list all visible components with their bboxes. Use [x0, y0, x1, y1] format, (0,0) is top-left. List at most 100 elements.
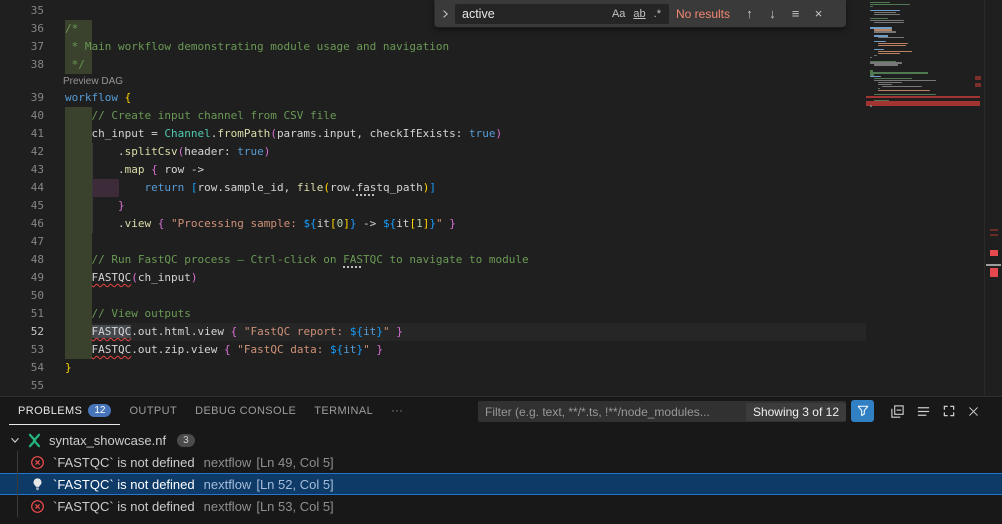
code-text: .view { "Processing sample: ${it[0]} -> … — [65, 215, 456, 233]
line-number[interactable]: 35 — [0, 2, 44, 20]
code-line-37[interactable]: 37 * Main workflow demonstrating module … — [0, 38, 866, 56]
tab-label: OUTPUT — [129, 405, 177, 417]
code-line-47[interactable]: 47 — [0, 233, 866, 251]
panel-header: PROBLEMS12 OUTPUT DEBUG CONSOLETERMINAL···… — [0, 397, 1002, 425]
line-number[interactable]: 50 — [0, 287, 44, 305]
minimap-edge-mark — [975, 76, 981, 80]
code-text: FASTQC.out.html.view { "FastQC report: $… — [65, 323, 403, 341]
code-line-52[interactable]: 52 FASTQC.out.html.view { "FastQC report… — [0, 323, 866, 341]
code-line-40[interactable]: 40 // Create input channel from CSV file — [0, 107, 866, 125]
find-in-selection-icon[interactable]: ≡ — [784, 6, 807, 21]
whole-word-icon[interactable]: ab — [629, 8, 649, 20]
tab-debug-console[interactable]: DEBUG CONSOLE — [186, 397, 305, 425]
code-text: // View outputs — [65, 305, 191, 323]
minimap-code-line — [874, 14, 900, 15]
ruler-error-mark — [990, 268, 998, 277]
code-line-43[interactable]: 43 .map { row -> — [0, 161, 866, 179]
line-number[interactable]: 48 — [0, 251, 44, 269]
line-number[interactable]: 49 — [0, 269, 44, 287]
line-number[interactable]: 43 — [0, 161, 44, 179]
line-number[interactable]: 40 — [0, 107, 44, 125]
find-results-label: No results — [676, 7, 738, 21]
tab-output[interactable]: OUTPUT — [120, 397, 186, 425]
tab-problems[interactable]: PROBLEMS12 — [9, 397, 120, 425]
code-line-50[interactable]: 50 — [0, 287, 866, 305]
code-line-45[interactable]: 45 } — [0, 197, 866, 215]
minimap-code-line — [874, 31, 896, 32]
minimap[interactable] — [866, 0, 984, 396]
line-number[interactable]: 39 — [0, 89, 44, 107]
line-number[interactable]: 53 — [0, 341, 44, 359]
match-case-icon[interactable]: Aa — [608, 8, 629, 20]
error-icon — [30, 499, 45, 514]
code-area[interactable]: 3536 /*37 * Main workflow demonstrating m… — [0, 0, 866, 396]
twistie-chevron-down-icon[interactable] — [8, 433, 22, 447]
line-number[interactable]: 41 — [0, 125, 44, 143]
code-text: */ — [65, 56, 85, 74]
line-number[interactable]: 55 — [0, 377, 44, 395]
filter-placeholder: Filter (e.g. text, **/*.ts, !**/node_mod… — [478, 405, 746, 419]
line-number[interactable]: 54 — [0, 359, 44, 377]
line-number[interactable]: 47 — [0, 233, 44, 251]
previous-match-icon[interactable]: ↑ — [738, 6, 761, 21]
code-line-55[interactable]: 55 — [0, 377, 866, 395]
code-line-51[interactable]: 51 // View outputs — [0, 305, 866, 323]
code-text: /* — [65, 20, 78, 38]
problem-row[interactable]: `FASTQC` is not definednextflow[Ln 52, C… — [0, 473, 1002, 495]
maximize-panel-icon[interactable] — [940, 402, 958, 420]
problem-message: `FASTQC` is not defined — [53, 455, 195, 470]
line-number[interactable]: 37 — [0, 38, 44, 56]
view-as-table-icon[interactable] — [914, 402, 932, 420]
close-panel-icon[interactable] — [964, 402, 982, 420]
ruler-hint-mark — [990, 234, 998, 236]
line-number[interactable]: 38 — [0, 56, 44, 74]
collapse-all-icon[interactable] — [888, 402, 906, 420]
minimap-code-line — [870, 57, 872, 58]
ruler-hint-mark — [990, 229, 998, 231]
code-text: // Create input channel from CSV file — [65, 107, 337, 125]
close-find-icon[interactable]: × — [807, 6, 830, 21]
line-number[interactable]: 46 — [0, 215, 44, 233]
minimap-code-line — [870, 10, 900, 11]
code-line-44[interactable]: 44 return [row.sample_id, file(row.fastq… — [0, 179, 866, 197]
line-number[interactable]: 36 — [0, 20, 44, 38]
toggle-replace-icon[interactable] — [435, 8, 455, 20]
line-number[interactable]: 45 — [0, 197, 44, 215]
code-line-49[interactable]: 49 FASTQC(ch_input) — [0, 269, 866, 287]
find-input[interactable]: active Aa ab .* — [455, 4, 669, 24]
minimap-code-line — [878, 90, 930, 91]
lightbulb-icon[interactable] — [30, 477, 45, 492]
minimap-edge-mark — [975, 83, 981, 87]
preview-dag-code-lens[interactable]: Preview DAG — [63, 74, 123, 89]
code-line-42[interactable]: 42 .splitCsv(header: true) — [0, 143, 866, 161]
filter-funnel-icon[interactable] — [851, 400, 874, 422]
minimap-code-line — [874, 12, 896, 13]
code-line-54[interactable]: 54} — [0, 359, 866, 377]
code-line-46[interactable]: 46 .view { "Processing sample: ${it[0]} … — [0, 215, 866, 233]
problems-count-badge: 12 — [88, 404, 111, 417]
line-number[interactable]: 42 — [0, 143, 44, 161]
next-match-icon[interactable]: ↓ — [761, 6, 784, 21]
problem-row[interactable]: `FASTQC` is not definednextflow[Ln 49, C… — [0, 451, 1002, 473]
code-line-48[interactable]: 48 // Run FastQC process – Ctrl-click on… — [0, 251, 866, 269]
minimap-code-line — [870, 4, 910, 5]
minimap-error-line — [866, 96, 980, 98]
line-number[interactable]: 44 — [0, 179, 44, 197]
code-line-39[interactable]: 39workflow { — [0, 89, 866, 107]
overview-ruler[interactable] — [984, 0, 1002, 396]
panel-more-actions-icon[interactable]: ··· — [382, 397, 412, 425]
code-line-41[interactable]: 41 ch_input = Channel.fromPath(params.in… — [0, 125, 866, 143]
vscode-window: 3536 /*37 * Main workflow demonstrating m… — [0, 0, 1002, 524]
minimap-code-line — [874, 49, 884, 50]
code-line-53[interactable]: 53 FASTQC.out.zip.view { "FastQC data: $… — [0, 341, 866, 359]
line-number[interactable]: 51 — [0, 305, 44, 323]
tree-indent-guide — [17, 451, 18, 517]
line-number[interactable]: 52 — [0, 323, 44, 341]
problem-row[interactable]: `FASTQC` is not definednextflow[Ln 53, C… — [0, 495, 1002, 517]
tab-terminal[interactable]: TERMINAL — [305, 397, 382, 425]
problems-file-row[interactable]: syntax_showcase.nf 3 — [0, 429, 1002, 451]
code-line-38[interactable]: 38 */ — [0, 56, 866, 74]
regex-icon[interactable]: .* — [650, 8, 665, 20]
range-highlight-decoration — [65, 287, 92, 305]
problems-filter-input[interactable]: Filter (e.g. text, **/*.ts, !**/node_mod… — [478, 401, 846, 422]
